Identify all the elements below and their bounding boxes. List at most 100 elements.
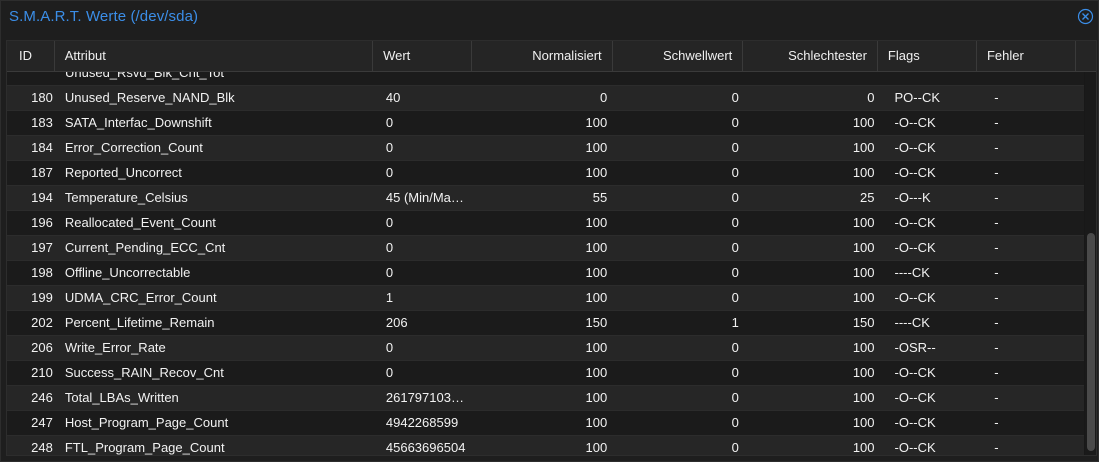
- cell-worst: 100: [852, 440, 875, 455]
- header-scroll-spacer: [1076, 41, 1096, 71]
- cell-normalized: 100: [585, 340, 608, 355]
- table-row[interactable]: 210 Success_RAIN_Recov_Cnt 0 100 0 100 -O--CK -: [7, 361, 1084, 386]
- cell-attribute: Success_RAIN_Recov_Cnt: [64, 365, 224, 380]
- cell-id: 202: [31, 315, 53, 330]
- cell-threshold: 0: [731, 340, 739, 355]
- cell-threshold: 0: [731, 140, 739, 155]
- table-row[interactable]: 246 Total_LBAs_Written 261797103… 100 0 100 -O…: [7, 386, 1084, 411]
- cell-value: 45663696504: [385, 440, 466, 455]
- cell-errors: -: [994, 140, 999, 155]
- cell-normalized: 100: [585, 240, 608, 255]
- cell-id: 183: [31, 115, 53, 130]
- smart-values-dialog: S.M.A.R.T. Werte (/dev/sda) ID Attribut …: [0, 0, 1099, 462]
- table-row[interactable]: 180 Unused_Reserve_NAND_Blk 40 0 0 0 PO--CK -: [7, 86, 1084, 111]
- cell-errors: -: [994, 315, 999, 330]
- close-icon[interactable]: [1077, 8, 1094, 25]
- cell-attribute: Unused_Reserve_NAND_Blk: [64, 90, 235, 105]
- cell-errors: -: [994, 290, 999, 305]
- column-header-value[interactable]: Wert: [373, 41, 473, 71]
- cell-worst: 100: [852, 140, 875, 155]
- cell-attribute: Current_Pending_ECC_Cnt: [64, 240, 226, 255]
- cell-value: 0: [385, 365, 394, 380]
- table-row[interactable]: 206 Write_Error_Rate 0 100 0 100 -OSR-- -: [7, 336, 1084, 361]
- cell-worst: 100: [852, 390, 875, 405]
- table-row[interactable]: 199 UDMA_CRC_Error_Count 1 100 0 100 -O--CK -: [7, 286, 1084, 311]
- cell-errors: -: [994, 190, 999, 205]
- column-header-flags[interactable]: Flags: [878, 41, 977, 71]
- cell-threshold: 0: [731, 415, 739, 430]
- cell-value: 0: [385, 165, 394, 180]
- table-row[interactable]: 248 FTL_Program_Page_Count 45663696504 100 0…: [7, 436, 1084, 455]
- table-row[interactable]: 198 Offline_Uncorrectable 0 100 0 100 ----CK -: [7, 261, 1084, 286]
- cell-worst: 100: [852, 415, 875, 430]
- cell-flags: -O--CK: [894, 415, 936, 430]
- scrollbar-thumb[interactable]: [1087, 233, 1095, 451]
- cell-worst: 100: [852, 165, 875, 180]
- cell-worst: 100: [852, 240, 875, 255]
- cell-normalized: 100: [585, 390, 608, 405]
- cell-threshold: 0: [731, 365, 739, 380]
- cell-value: 0: [385, 340, 394, 355]
- cell-flags: -O--CK: [894, 240, 936, 255]
- cell-threshold: 1: [731, 315, 739, 330]
- cell-flags: -O--CK: [894, 390, 936, 405]
- column-header-errors[interactable]: Fehler: [977, 41, 1076, 71]
- cell-id: 247: [31, 415, 53, 430]
- cell-normalized: 100: [585, 265, 608, 280]
- table-row[interactable]: 247 Host_Program_Page_Count 4942268599 100 0…: [7, 411, 1084, 436]
- cell-errors: -: [994, 440, 999, 455]
- column-header-normalized[interactable]: Normalisiert: [472, 41, 613, 71]
- grid-body: Unused_Rsvd_Blk_Cnt_Tot 180 Unused_Reserv…: [7, 72, 1084, 455]
- column-header-threshold[interactable]: Schwellwert: [613, 41, 744, 71]
- table-row[interactable]: 197 Current_Pending_ECC_Cnt 0 100 0 100 -O--CK…: [7, 236, 1084, 261]
- cell-value: 1: [385, 290, 394, 305]
- table-row[interactable]: 194 Temperature_Celsius 45 (Min/Ma… 55 0 25 -O…: [7, 186, 1084, 211]
- cell-normalized: 100: [585, 115, 608, 130]
- cell-value: 45 (Min/Ma…: [385, 190, 464, 205]
- cell-errors: -: [994, 240, 999, 255]
- cell-flags: -O--CK: [894, 140, 936, 155]
- cell-normalized: 100: [585, 290, 608, 305]
- cell-normalized: 100: [585, 440, 608, 455]
- cell-worst: 150: [852, 315, 875, 330]
- dialog-title: S.M.A.R.T. Werte (/dev/sda): [9, 8, 199, 25]
- cell-attribute: Percent_Lifetime_Remain: [64, 315, 215, 330]
- cell-attribute: Host_Program_Page_Count: [64, 415, 229, 430]
- cell-value: 4942268599: [385, 415, 459, 430]
- cell-flags: ----CK: [894, 265, 930, 280]
- cell-id: 184: [31, 140, 53, 155]
- column-header-attribute[interactable]: Attribut: [55, 41, 374, 71]
- cell-errors: -: [994, 365, 999, 380]
- cell-id: 210: [31, 365, 53, 380]
- cell-errors: -: [994, 215, 999, 230]
- cell-value: 0: [385, 215, 394, 230]
- vertical-scrollbar[interactable]: [1085, 72, 1096, 455]
- column-header-worst[interactable]: Schlechtester: [743, 41, 878, 71]
- cell-threshold: 0: [731, 215, 739, 230]
- cell-id: 206: [31, 340, 53, 355]
- cell-id: 180: [31, 90, 53, 105]
- cell-worst: 100: [852, 115, 875, 130]
- table-row-partial[interactable]: Unused_Rsvd_Blk_Cnt_Tot: [7, 72, 1084, 86]
- table-row[interactable]: 187 Reported_Uncorrect 0 100 0 100 -O--CK -: [7, 161, 1084, 186]
- cell-normalized: 100: [585, 165, 608, 180]
- cell-value: 0: [385, 240, 394, 255]
- table-row[interactable]: 183 SATA_Interfac_Downshift 0 100 0 100 -O--CK…: [7, 111, 1084, 136]
- cell-attribute: Total_LBAs_Written: [64, 390, 179, 405]
- cell-attribute: Offline_Uncorrectable: [64, 265, 191, 280]
- cell-attribute: Temperature_Celsius: [64, 190, 188, 205]
- column-header-id[interactable]: ID: [7, 41, 55, 71]
- cell-normalized: 100: [585, 415, 608, 430]
- table-row[interactable]: 202 Percent_Lifetime_Remain 206 150 1 150 ----…: [7, 311, 1084, 336]
- table-row[interactable]: 196 Reallocated_Event_Count 0 100 0 100 -O--CK…: [7, 211, 1084, 236]
- cell-worst: 100: [852, 215, 875, 230]
- cell-worst: 25: [860, 190, 875, 205]
- cell-attribute: Unused_Rsvd_Blk_Cnt_Tot: [65, 72, 224, 80]
- cell-attribute: Reported_Uncorrect: [64, 165, 182, 180]
- cell-flags: -O--CK: [894, 115, 936, 130]
- cell-normalized: 150: [585, 315, 608, 330]
- table-row[interactable]: 184 Error_Correction_Count 0 100 0 100 -O--CK -: [7, 136, 1084, 161]
- cell-id: 248: [31, 440, 53, 455]
- dialog-titlebar[interactable]: S.M.A.R.T. Werte (/dev/sda): [1, 1, 1098, 33]
- cell-flags: -O---K: [894, 190, 931, 205]
